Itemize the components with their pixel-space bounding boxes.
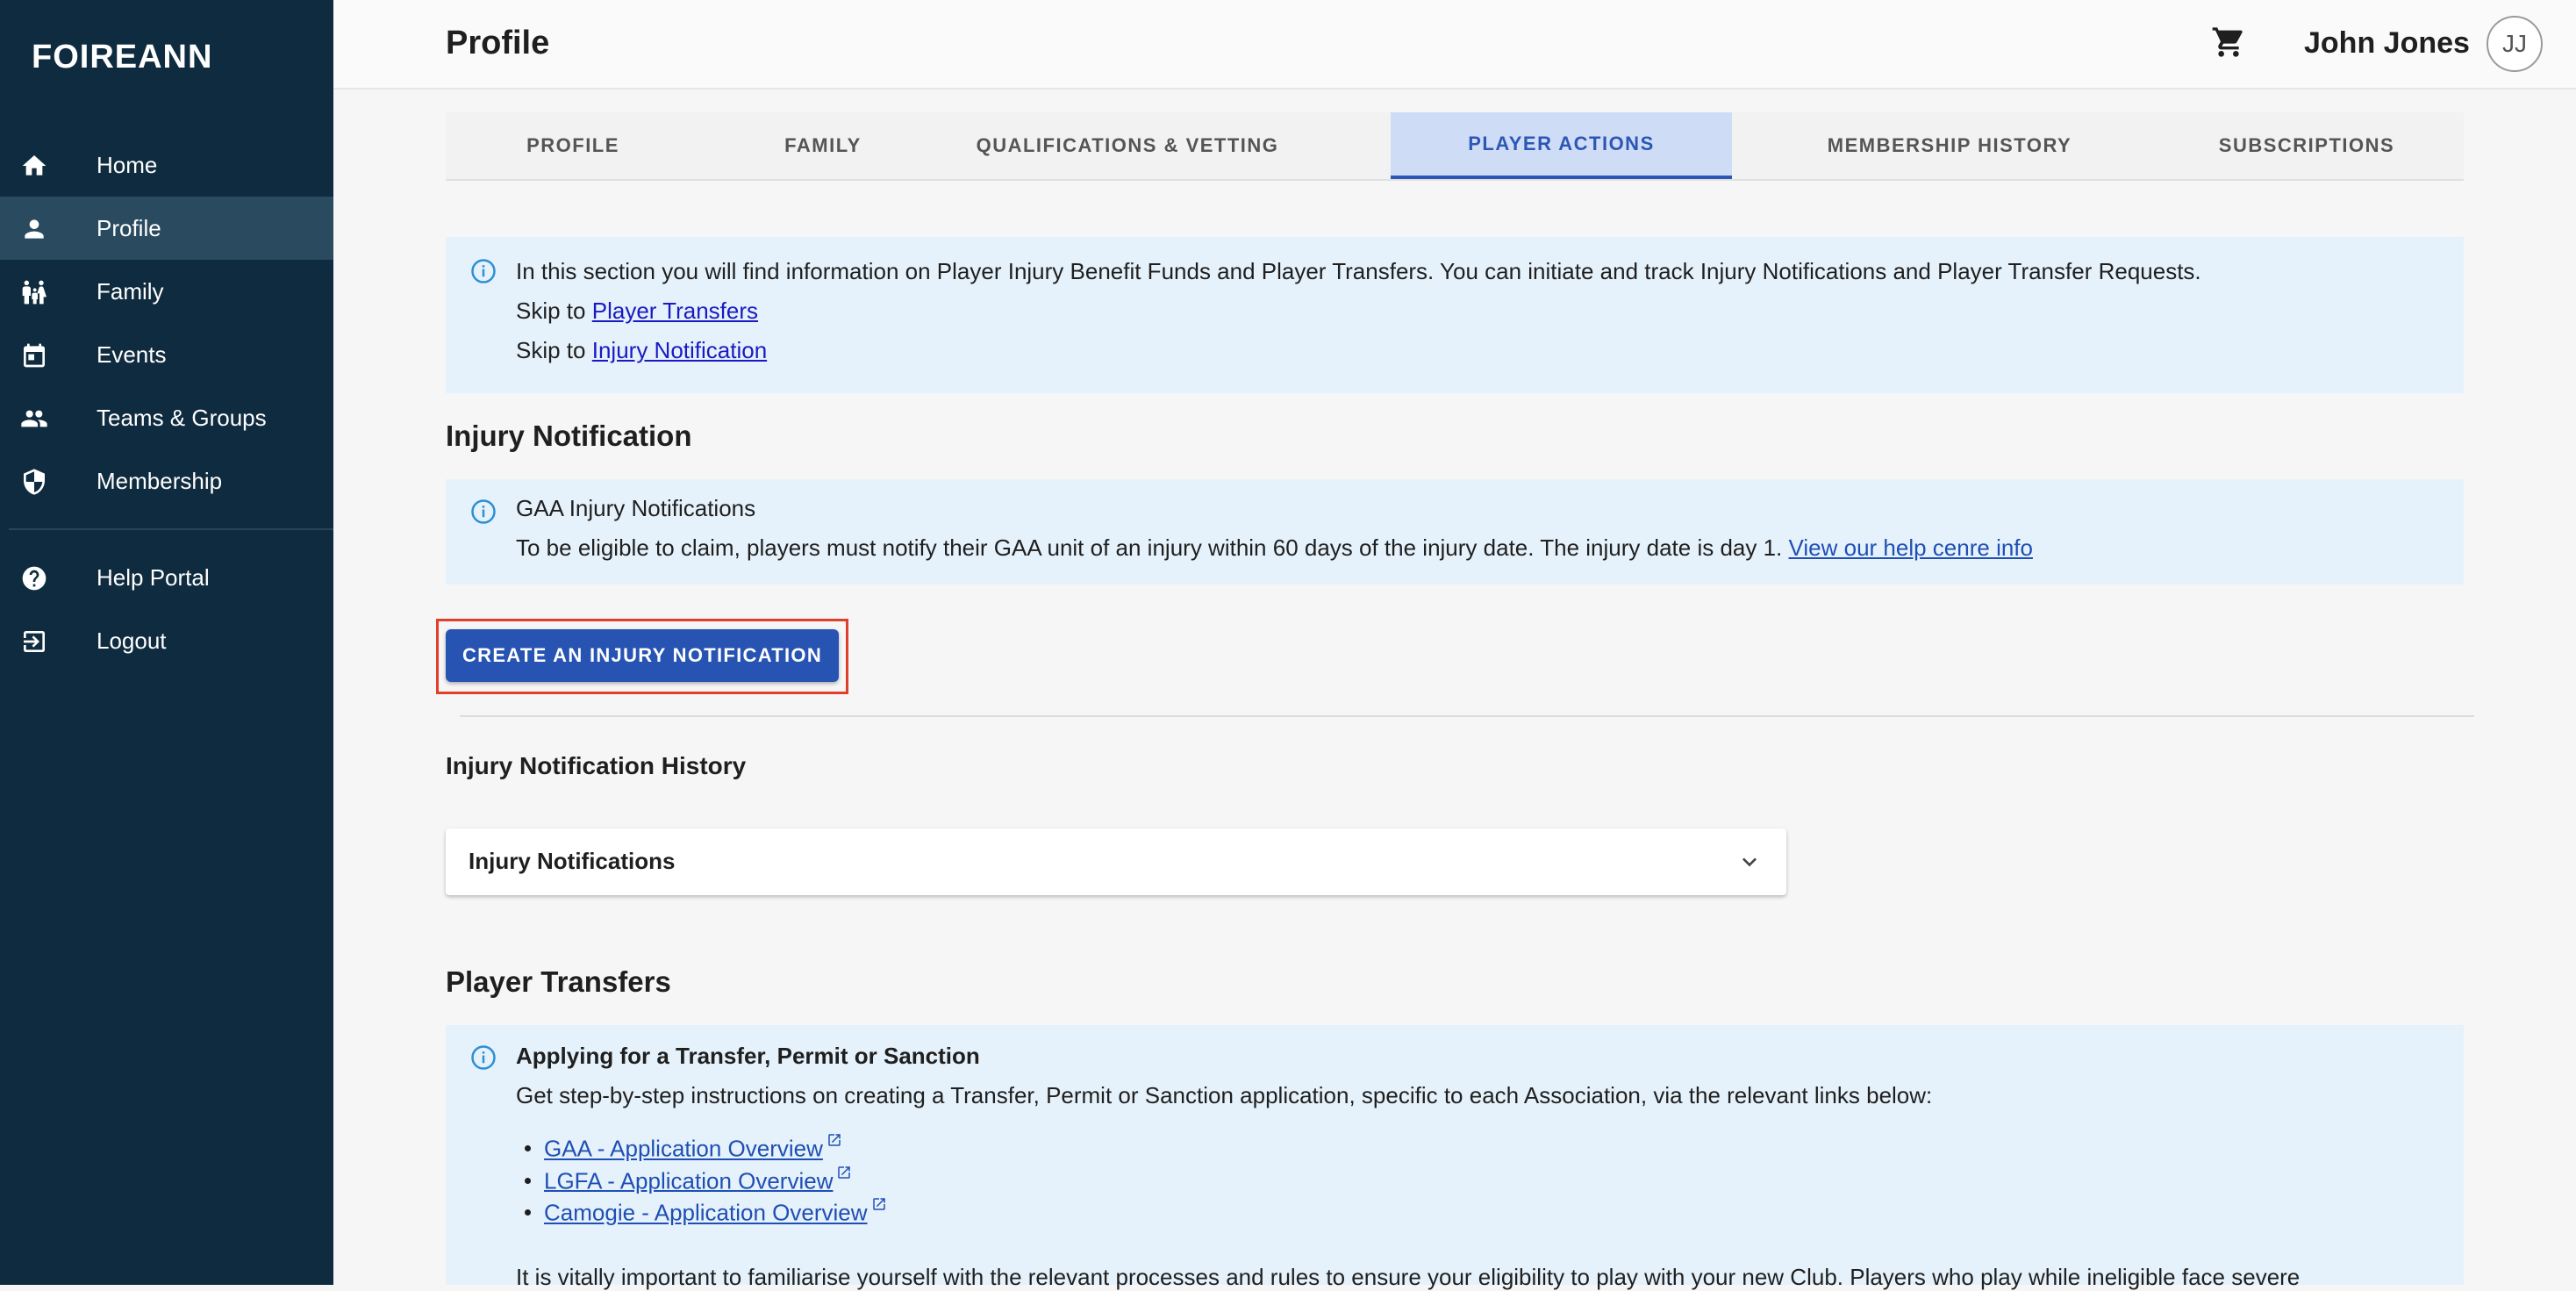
injury-notifications-accordion[interactable]: Injury Notifications [446, 828, 1786, 895]
shield-icon [19, 467, 49, 497]
sidebar-item-label: Home [97, 151, 158, 178]
injury-info-text: To be eligible to claim, players must no… [516, 534, 1783, 561]
transfers-footer-text: It is vitally important to familiarise y… [516, 1264, 2301, 1290]
profile-tabs: PROFILE FAMILY QUALIFICATIONS & VETTING … [446, 112, 2464, 181]
sidebar-item-events[interactable]: Events [0, 323, 333, 386]
injury-history-heading: Injury Notification History [446, 752, 747, 779]
external-link-icon [828, 1134, 841, 1146]
sidebar-item-teams-groups[interactable]: Teams & Groups [0, 386, 333, 449]
sidebar-item-profile[interactable]: Profile [0, 197, 333, 260]
skip-prefix: Skip to [516, 298, 586, 324]
create-injury-notification-button[interactable]: CREATE AN INJURY NOTIFICATION [446, 629, 839, 682]
transfers-info-text: Get step-by-step instructions on creatin… [516, 1082, 1933, 1108]
info-icon [471, 499, 496, 524]
list-item: GAA - Application Overview [525, 1132, 887, 1165]
cart-icon[interactable] [2211, 25, 2246, 60]
logout-icon [19, 627, 49, 656]
intro-info-box: In this section you will find informatio… [446, 237, 2464, 393]
top-bar: Profile John Jones JJ [333, 0, 2576, 90]
injury-notification-heading: Injury Notification [446, 420, 692, 452]
injury-info-title: GAA Injury Notifications [516, 495, 756, 521]
people-icon [19, 404, 49, 434]
sidebar-item-label: Logout [97, 627, 167, 654]
accordion-title: Injury Notifications [469, 848, 676, 874]
sidebar-item-home[interactable]: Home [0, 133, 333, 197]
player-transfers-heading: Player Transfers [446, 965, 671, 998]
page-title: Profile [446, 25, 550, 61]
skip-injury-notification-link[interactable]: Injury Notification [592, 337, 767, 363]
divider [460, 715, 2474, 717]
chevron-down-icon [1742, 857, 1757, 867]
user-name[interactable]: John Jones [2304, 26, 2470, 61]
application-links-list: GAA - Application Overview LGFA - Applic… [525, 1132, 887, 1229]
intro-text: In this section you will find informatio… [516, 258, 2201, 284]
sidebar: FOIREANN Home Profile Family Events Team… [0, 0, 333, 1285]
sidebar-item-label: Teams & Groups [97, 404, 267, 431]
sidebar-item-membership[interactable]: Membership [0, 449, 333, 513]
transfers-info-title: Applying for a Transfer, Permit or Sanct… [516, 1043, 980, 1069]
skip-prefix: Skip to [516, 337, 586, 363]
list-item: Camogie - Application Overview [525, 1196, 887, 1229]
sidebar-item-label: Profile [97, 214, 161, 241]
skip-player-transfers-link[interactable]: Player Transfers [592, 298, 758, 324]
skip-injury-line: Skip to Injury Notification [516, 337, 767, 364]
tab-membership-history[interactable]: MEMBERSHIP HISTORY [1750, 112, 2150, 179]
injury-info-body: To be eligible to claim, players must no… [516, 534, 2033, 562]
person-icon [19, 214, 49, 244]
sidebar-item-logout[interactable]: Logout [0, 609, 333, 672]
external-link-icon [838, 1165, 851, 1179]
app-logo[interactable]: FOIREANN [32, 39, 212, 76]
home-icon [19, 151, 49, 181]
sidebar-item-label: Membership [97, 467, 223, 494]
skip-transfers-line: Skip to Player Transfers [516, 298, 758, 325]
info-icon [471, 1045, 496, 1070]
camogie-application-overview-link[interactable]: Camogie - Application Overview [544, 1200, 868, 1226]
sidebar-divider [9, 528, 333, 530]
tab-profile[interactable]: PROFILE [446, 112, 700, 179]
gaa-application-overview-link[interactable]: GAA - Application Overview [544, 1136, 823, 1162]
sidebar-nav: Home Profile Family Events Teams & Group… [0, 133, 333, 672]
tab-qualifications-vetting[interactable]: QUALIFICATIONS & VETTING [946, 112, 1309, 179]
injury-info-box: GAA Injury Notifications To be eligible … [446, 479, 2464, 585]
help-centre-link[interactable]: View our help cenre info [1789, 534, 2033, 561]
list-item: LGFA - Application Overview [525, 1165, 887, 1197]
lgfa-application-overview-link[interactable]: LGFA - Application Overview [544, 1167, 833, 1194]
tab-subscriptions[interactable]: SUBSCRIPTIONS [2150, 112, 2464, 179]
help-icon [19, 563, 49, 593]
sidebar-item-family[interactable]: Family [0, 260, 333, 323]
sidebar-item-label: Events [97, 341, 167, 368]
sidebar-item-label: Family [97, 277, 164, 305]
info-icon [471, 259, 496, 283]
external-link-icon [872, 1198, 885, 1211]
sidebar-item-label: Help Portal [97, 563, 210, 591]
tab-player-actions[interactable]: PLAYER ACTIONS [1391, 112, 1732, 179]
tab-family[interactable]: FAMILY [700, 112, 946, 179]
family-icon [19, 277, 49, 307]
avatar[interactable]: JJ [2487, 16, 2543, 72]
sidebar-item-help-portal[interactable]: Help Portal [0, 546, 333, 609]
calendar-icon [19, 341, 49, 370]
